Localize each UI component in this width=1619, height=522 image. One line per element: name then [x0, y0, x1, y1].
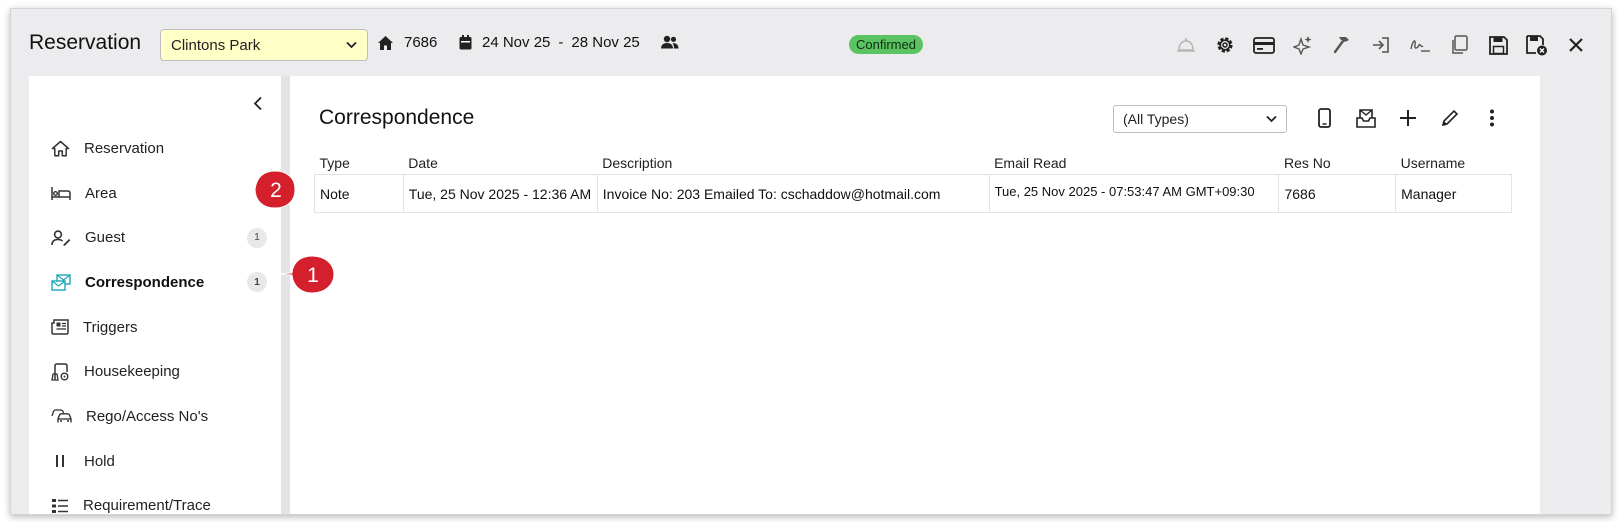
- pencil-icon: [1441, 109, 1459, 127]
- property-select[interactable]: Clintons Park: [160, 29, 368, 61]
- column-header-date[interactable]: Date: [403, 152, 597, 175]
- chevron-down-icon: [346, 41, 357, 49]
- column-header-email-read[interactable]: Email Read: [989, 152, 1279, 175]
- sidebar-item-area[interactable]: Area: [29, 171, 281, 216]
- guest-count-badge: 1: [247, 227, 267, 248]
- sidebar-item-guest[interactable]: Guest 1: [29, 215, 281, 260]
- cell-date: Tue, 25 Nov 2025 - 12:36 AM: [402, 174, 598, 213]
- table-row[interactable]: Note Tue, 25 Nov 2025 - 12:36 AM Invoice…: [314, 174, 1512, 213]
- sidebar-item-label: Correspondence: [85, 273, 205, 291]
- sms-button[interactable]: [1311, 105, 1337, 131]
- sidebar-nav: Reservation Area Guest 1 Correspondence …: [29, 126, 281, 515]
- correspondence-table: Type Date Description Email Read Res No …: [314, 152, 1512, 213]
- home-icon: [378, 35, 393, 50]
- mail-stack-icon: [51, 274, 71, 291]
- sidebar-item-hold[interactable]: Hold: [29, 439, 281, 484]
- email-button[interactable]: [1353, 105, 1379, 131]
- callout-marker-2: 2: [254, 170, 312, 209]
- close-icon[interactable]: [1563, 32, 1589, 58]
- mobile-phone-icon: [1317, 108, 1331, 128]
- column-header-type[interactable]: Type: [315, 152, 404, 175]
- page-title: Correspondence: [319, 106, 475, 129]
- sparkle-icon[interactable]: [1290, 32, 1316, 58]
- status-badge: Confirmed: [849, 35, 923, 54]
- home-outline-icon: [51, 140, 70, 157]
- user-edit-icon: [51, 230, 71, 246]
- mail-inbox-icon: [1356, 108, 1376, 128]
- sidebar-item-label: Area: [85, 184, 117, 202]
- sidebar-item-correspondence[interactable]: Correspondence 1: [29, 260, 281, 305]
- pane-divider[interactable]: [281, 76, 290, 514]
- callout-number: 2: [270, 179, 282, 202]
- calendar-icon: [459, 35, 472, 50]
- signature-icon[interactable]: [1407, 32, 1433, 58]
- cell-res-no: 7686: [1278, 174, 1397, 213]
- cell-type: Note: [314, 174, 404, 213]
- collapse-sidebar-button[interactable]: [247, 92, 269, 114]
- sidebar-item-label: Rego/Access No's: [86, 407, 209, 425]
- hammer-icon[interactable]: [1329, 32, 1355, 58]
- sidebar: Reservation Area Guest 1 Correspondence …: [29, 76, 281, 514]
- column-header-username[interactable]: Username: [1396, 152, 1512, 175]
- sidebar-item-label: Guest: [85, 229, 126, 247]
- table-header-row: Type Date Description Email Read Res No …: [315, 152, 1512, 175]
- edit-button[interactable]: [1437, 105, 1463, 131]
- callout-marker-1: 1: [275, 255, 335, 294]
- correspondence-actions: [1311, 105, 1521, 131]
- newspaper-icon: [51, 319, 69, 335]
- cell-description: Invoice No: 203 Emailed To: cschaddow@ho…: [596, 174, 990, 213]
- sidebar-item-housekeeping[interactable]: Housekeeping: [29, 349, 281, 394]
- cell-username: Manager: [1395, 174, 1512, 213]
- guests-button[interactable]: [661, 35, 689, 49]
- sidebar-item-label: Hold: [84, 452, 115, 470]
- column-header-res-no[interactable]: Res No: [1279, 152, 1396, 175]
- callout-number: 1: [307, 264, 319, 287]
- plus-icon: [1400, 110, 1416, 126]
- sidebar-item-label: Reservation: [84, 139, 165, 157]
- add-button[interactable]: [1395, 105, 1421, 131]
- sidebar-item-requirement-trace[interactable]: Requirement/Trace: [29, 484, 281, 515]
- type-filter-value: (All Types): [1123, 111, 1189, 127]
- check-in-icon[interactable]: [1368, 32, 1394, 58]
- res-number: 7686: [377, 34, 437, 51]
- cars-icon: [51, 409, 72, 423]
- sidebar-item-label: Requirement/Trace: [83, 497, 211, 515]
- sidebar-item-rego-access[interactable]: Rego/Access No's: [29, 394, 281, 439]
- stay-dates: 24 Nov 25 - 28 Nov 25: [459, 34, 640, 51]
- toolbar: [1160, 32, 1589, 58]
- correspondence-count-badge: 1: [247, 272, 267, 293]
- column-header-description[interactable]: Description: [597, 152, 989, 175]
- sidebar-item-label: Housekeeping: [84, 363, 180, 381]
- chevron-left-icon: [253, 96, 262, 110]
- correspondence-panel: Correspondence (All Types) Type Date Des…: [290, 76, 1540, 514]
- save-close-icon[interactable]: [1524, 32, 1550, 58]
- sidebar-item-triggers[interactable]: Triggers: [29, 305, 281, 350]
- bell-icon[interactable]: [1173, 32, 1199, 58]
- kebab-menu-icon: [1490, 109, 1494, 127]
- cell-email-read: Tue, 25 Nov 2025 - 07:53:47 AM GMT+09:30: [988, 174, 1280, 213]
- reservation-window: Reservation Clintons Park 7686 24 Nov 25…: [10, 8, 1612, 515]
- date-from: 24 Nov 25: [482, 34, 551, 51]
- checklist-icon: [52, 498, 68, 513]
- bed-icon: [51, 186, 71, 200]
- res-number-value: 7686: [404, 34, 438, 51]
- date-separator: -: [558, 34, 564, 51]
- property-select-value: Clintons Park: [171, 36, 261, 54]
- housekeeping-icon: [51, 363, 69, 381]
- sidebar-item-label: Triggers: [83, 318, 138, 336]
- header-bar: Reservation Clintons Park 7686 24 Nov 25…: [11, 9, 1611, 79]
- more-options-button[interactable]: [1479, 105, 1505, 131]
- save-icon[interactable]: [1485, 32, 1511, 58]
- date-to: 28 Nov 25: [571, 34, 640, 51]
- credit-card-icon[interactable]: [1251, 32, 1277, 58]
- gear-icon[interactable]: [1212, 32, 1238, 58]
- chevron-down-icon: [1266, 115, 1277, 123]
- type-filter-select[interactable]: (All Types): [1113, 105, 1287, 133]
- users-icon: [661, 35, 679, 49]
- pause-icon: [56, 455, 64, 468]
- app-title: Reservation: [29, 31, 142, 54]
- copy-icon[interactable]: [1446, 32, 1472, 58]
- sidebar-item-reservation[interactable]: Reservation: [29, 126, 281, 171]
